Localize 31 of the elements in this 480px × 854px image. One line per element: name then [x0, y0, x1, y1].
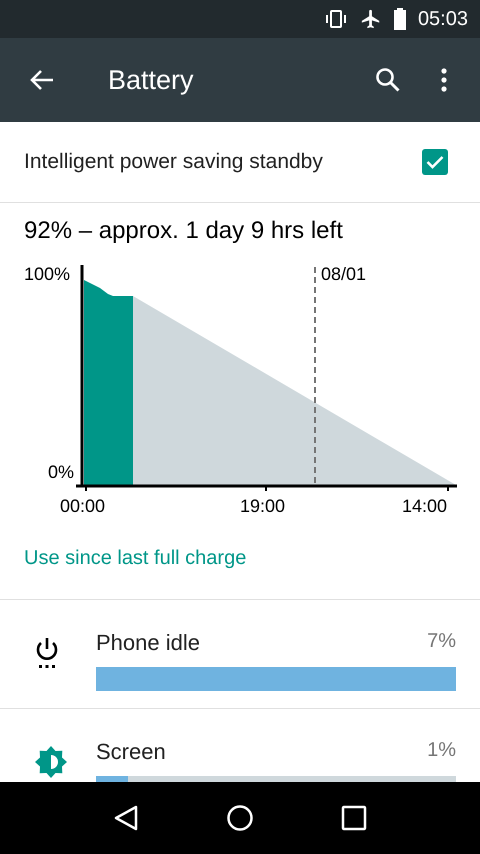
status-time: 05:03: [418, 7, 468, 32]
usage-name: Screen: [96, 738, 166, 766]
battery-icon: [394, 8, 406, 30]
airplane-icon: [360, 8, 382, 30]
axis-label: 0%: [48, 461, 74, 484]
axis-label: 00:00: [60, 495, 106, 518]
usage-percent: 1%: [427, 738, 456, 763]
usage-name: Phone idle: [96, 629, 200, 657]
back-nav-button[interactable]: [113, 804, 140, 832]
axis-label: 14:00: [402, 495, 448, 518]
home-circle-icon: [226, 804, 254, 832]
toolbar-title: Battery: [108, 64, 195, 97]
setting-label: Intelligent power saving standby: [24, 149, 324, 176]
brightness-icon: [34, 745, 68, 779]
checkbox[interactable]: [422, 149, 448, 175]
back-arrow-icon: [29, 68, 55, 92]
more-icon: [441, 68, 447, 92]
search-icon: [375, 67, 401, 93]
vibrate-icon: [324, 9, 348, 29]
battery-summary: 92% – approx. 1 day 9 hrs left: [23, 216, 344, 246]
axis-label: 19:00: [240, 495, 286, 518]
usage-percent: 7%: [427, 629, 456, 654]
recents-square-icon: [340, 805, 367, 831]
checkmark-icon: [426, 155, 444, 169]
date-marker-label: 08/01: [321, 263, 366, 286]
power-icon: [34, 636, 60, 670]
back-triangle-icon: [113, 804, 140, 832]
axis-label: 100%: [24, 263, 70, 286]
full-charge-link[interactable]: Use since last full charge: [24, 547, 246, 569]
home-button[interactable]: [226, 804, 254, 832]
recents-button[interactable]: [340, 805, 367, 831]
